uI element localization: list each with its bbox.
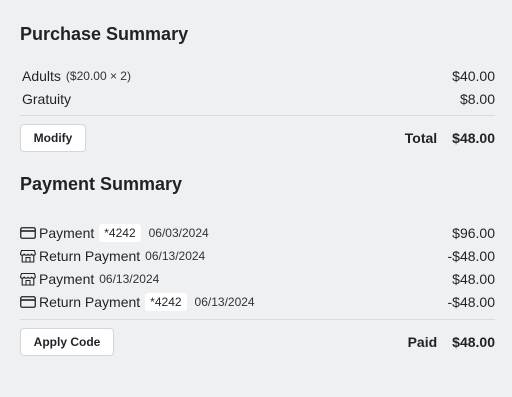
total-label: Total xyxy=(404,130,438,146)
line-item-gratuity: Gratuity $8.00 xyxy=(22,89,495,109)
modify-button[interactable]: Modify xyxy=(20,124,86,152)
store-icon xyxy=(20,272,36,286)
payment-label: Payment xyxy=(39,271,95,287)
credit-card-icon xyxy=(20,295,36,309)
card-number-badge: *4242 xyxy=(145,293,187,311)
payment-amount: -$48.00 xyxy=(447,248,495,264)
payment-row: Payment 06/13/2024 $48.00 xyxy=(20,269,495,289)
payment-summary-title: Payment Summary xyxy=(20,174,183,194)
payment-row: Return Payment *4242 06/13/2024 -$48.00 xyxy=(20,292,495,312)
apply-code-button[interactable]: Apply Code xyxy=(20,328,114,356)
divider xyxy=(20,115,495,116)
card-number-badge: *4242 xyxy=(99,224,141,242)
purchase-summary-title: Purchase Summary xyxy=(20,24,189,44)
payment-amount: $96.00 xyxy=(452,225,495,241)
payment-label: Return Payment xyxy=(39,248,141,264)
paid-label: Paid xyxy=(407,334,438,350)
payment-amount: -$48.00 xyxy=(447,294,495,310)
divider xyxy=(20,319,495,320)
payment-date: 06/13/2024 xyxy=(145,249,206,263)
paid-value: $48.00 xyxy=(452,334,495,350)
payment-label: Payment xyxy=(39,225,95,241)
paid-line: Paid $48.00 xyxy=(408,328,495,356)
payment-amount: $48.00 xyxy=(452,271,495,287)
store-icon xyxy=(20,249,36,263)
credit-card-icon xyxy=(20,226,36,240)
line-item-label: Gratuity xyxy=(22,91,72,107)
payment-label: Return Payment xyxy=(39,294,141,310)
payment-date: 06/03/2024 xyxy=(148,226,209,240)
payment-row: Payment *4242 06/03/2024 $96.00 xyxy=(20,223,495,243)
payment-date: 06/13/2024 xyxy=(194,295,255,309)
total-line: Total $48.00 xyxy=(405,124,495,152)
line-item-adults: Adults ($20.00 × 2) $40.00 xyxy=(22,66,495,86)
line-item-amount: $8.00 xyxy=(459,91,495,107)
payment-row: Return Payment 06/13/2024 -$48.00 xyxy=(20,246,495,266)
total-value: $48.00 xyxy=(452,130,495,146)
line-item-detail: ($20.00 × 2) xyxy=(65,69,131,83)
payment-date: 06/13/2024 xyxy=(99,272,160,286)
line-item-label: Adults xyxy=(22,68,61,84)
line-item-amount: $40.00 xyxy=(452,68,495,84)
